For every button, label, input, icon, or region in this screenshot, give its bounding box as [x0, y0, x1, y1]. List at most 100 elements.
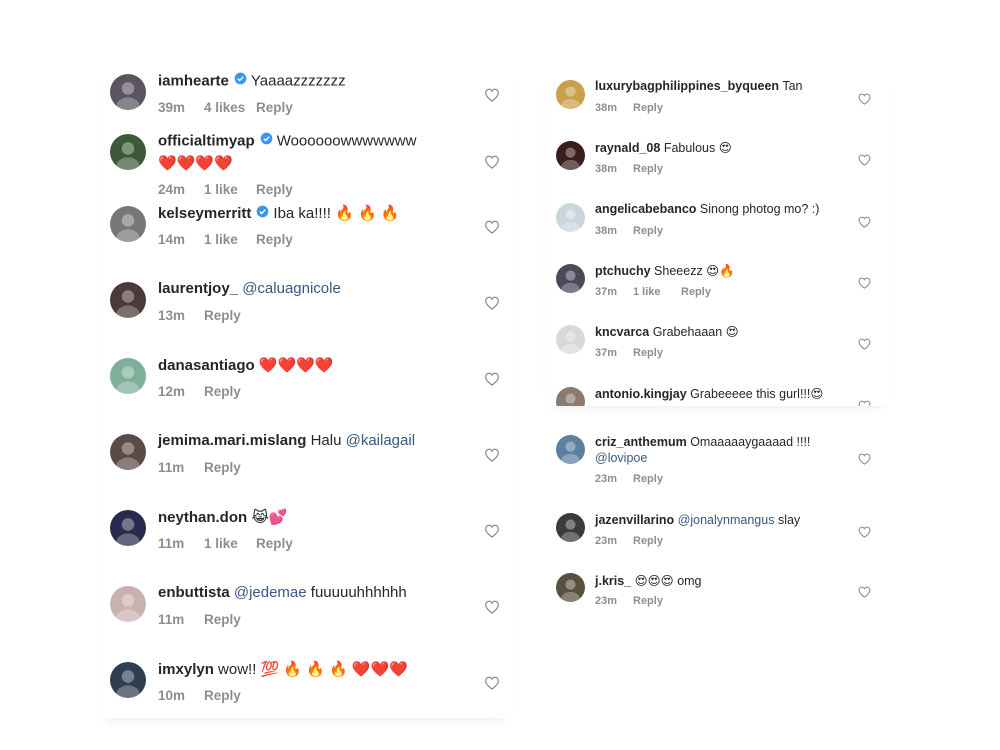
avatar[interactable] [556, 80, 585, 109]
mention-link[interactable]: @kailagail [346, 432, 415, 449]
comment-likes[interactable]: 1 like [633, 286, 681, 298]
reply-button[interactable]: Reply [204, 384, 241, 399]
avatar[interactable] [110, 510, 146, 546]
heart-outline-icon[interactable] [484, 88, 500, 102]
reply-button[interactable]: Reply [204, 460, 241, 475]
reply-button[interactable]: Reply [256, 232, 293, 247]
reply-button[interactable]: Reply [633, 163, 663, 175]
heart-outline-icon[interactable] [484, 524, 500, 538]
heart-outline-icon[interactable] [858, 337, 871, 350]
avatar[interactable] [556, 263, 585, 293]
reply-button[interactable]: Reply [256, 536, 293, 551]
avatar[interactable] [110, 434, 146, 470]
comment-username[interactable]: laurentjoy_ [158, 280, 238, 297]
avatar[interactable] [556, 202, 585, 232]
comment-body: Iba ka!!!! 🔥 🔥 🔥 [273, 205, 400, 222]
reply-button[interactable]: Reply [633, 102, 663, 114]
reply-button[interactable]: Reply [633, 535, 663, 547]
comment-likes[interactable]: 1 like [204, 536, 256, 551]
heart-outline-icon[interactable] [858, 276, 871, 289]
heart-outline-icon[interactable] [858, 452, 871, 465]
avatar[interactable] [556, 573, 585, 602]
comment-username[interactable]: jemima.mari.mislang [158, 432, 306, 449]
comment-username[interactable]: criz_anthemum [595, 435, 687, 449]
reply-button[interactable]: Reply [256, 182, 293, 197]
comment-timestamp: 23m [595, 473, 618, 485]
heart-outline-icon[interactable] [858, 92, 871, 105]
comment-username[interactable]: j.kris_ [595, 574, 631, 588]
comment-username[interactable]: luxurybagphilippines_byqueen [595, 79, 779, 93]
comment-text-line: ptchuchy Sheeezz 😍🔥 [595, 263, 735, 279]
reply-button[interactable]: Reply [256, 100, 293, 115]
avatar[interactable] [110, 134, 146, 170]
heart-outline-icon[interactable] [484, 676, 500, 690]
heart-outline-icon[interactable] [484, 448, 500, 462]
comment-text-line: iamhearte Yaaaazzzzzzz [158, 72, 346, 91]
reply-button[interactable]: Reply [633, 347, 663, 359]
avatar[interactable] [556, 435, 585, 464]
heart-outline-icon[interactable] [858, 525, 871, 538]
heart-outline-icon[interactable] [484, 296, 500, 310]
comment-likes[interactable]: 4 likes [204, 100, 256, 115]
comment-username[interactable]: kncvarca [595, 325, 649, 339]
comment-timestamp: 23m [595, 595, 618, 607]
comment-username[interactable]: imxylyn [158, 661, 214, 678]
comment-text-line: enbuttista @jedemae fuuuuuhhhhhh [158, 584, 407, 601]
comment-username[interactable]: kelseymerritt [158, 205, 251, 222]
heart-outline-icon[interactable] [484, 220, 500, 234]
mention-link[interactable]: @jedemae [234, 584, 307, 601]
reply-button[interactable]: Reply [204, 612, 241, 627]
reply-button[interactable]: Reply [633, 595, 663, 607]
comment-username[interactable]: raynald_08 [595, 141, 660, 155]
comment-username[interactable]: angelicabebanco [595, 202, 696, 216]
comment-username[interactable]: enbuttista [158, 584, 230, 601]
comment-username[interactable]: antonio.kingjay [595, 387, 687, 401]
comment-timestamp: 10m [158, 688, 186, 703]
comment-username[interactable]: jazenvillarino [595, 513, 674, 527]
avatar[interactable] [110, 74, 146, 110]
comment-username[interactable]: neythan.don [158, 509, 247, 526]
comment-meta: 23m Reply [595, 595, 663, 607]
comment-likes[interactable]: 1 like [204, 182, 256, 197]
heart-outline-icon[interactable] [858, 153, 871, 167]
comment-item: criz_anthemum Omaaaaaygaaaad !!!! @lovipo… [545, 431, 890, 489]
heart-outline-icon[interactable] [484, 155, 500, 169]
comment-likes[interactable]: 1 like [204, 232, 256, 247]
heart-outline-icon[interactable] [484, 600, 500, 614]
comment-username[interactable]: danasantiago [158, 357, 255, 374]
reply-button[interactable]: Reply [681, 286, 711, 298]
reply-button[interactable]: Reply [633, 473, 663, 485]
comment-meta: 12m Reply [158, 384, 241, 399]
comment-meta: 13m Reply [158, 308, 241, 323]
avatar[interactable] [110, 206, 146, 242]
reply-button[interactable]: Reply [633, 225, 663, 237]
comment-timestamp: 39m [158, 100, 186, 115]
avatar[interactable] [556, 513, 585, 542]
avatar[interactable] [110, 282, 146, 318]
heart-outline-icon[interactable] [858, 399, 871, 406]
heart-outline-icon[interactable] [858, 585, 871, 598]
reply-button[interactable]: Reply [204, 308, 241, 323]
comment-meta: 14m 1 like Reply [158, 232, 293, 247]
comment-username[interactable]: ptchuchy [595, 264, 651, 278]
comment-meta: 23m Reply [595, 535, 663, 547]
avatar[interactable] [110, 358, 146, 394]
mention-link[interactable]: @jonalynmangus [678, 513, 775, 527]
avatar[interactable] [110, 662, 146, 698]
avatar[interactable] [110, 586, 146, 622]
comment-body: Grabehaaan 😍 [652, 325, 739, 340]
comment-body: wow!! 💯 🔥 🔥 🔥 ❤️❤️❤️ [218, 661, 408, 678]
avatar[interactable] [556, 386, 585, 406]
comment-meta: 24m 1 like Reply [158, 182, 293, 197]
comment-username[interactable]: iamhearte [158, 72, 229, 89]
heart-outline-icon[interactable] [858, 215, 871, 228]
reply-button[interactable]: Reply [204, 688, 241, 703]
comment-username[interactable]: officialtimyap [158, 132, 255, 149]
heart-outline-icon[interactable] [484, 372, 500, 386]
avatar[interactable] [556, 141, 585, 171]
mention-link[interactable]: @lovipoe [595, 451, 647, 465]
mention-link[interactable]: @caluagnicole [242, 280, 341, 297]
left-comments-panel: iamhearte Yaaaazzzzzzz 39m 4 likes Reply offi… [98, 62, 512, 718]
avatar[interactable] [556, 325, 585, 355]
comment-timestamp: 13m [158, 308, 186, 323]
